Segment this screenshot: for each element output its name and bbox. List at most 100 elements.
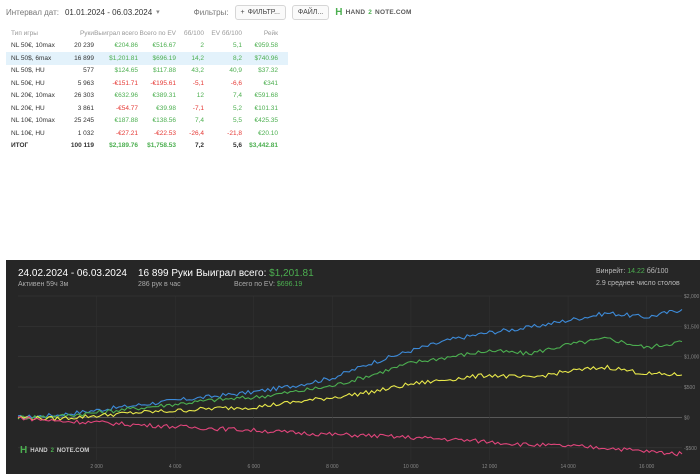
header-hands[interactable]: Руки	[58, 30, 94, 37]
series-line-1	[17, 336, 683, 420]
header-won[interactable]: Выиграл всего	[94, 30, 138, 37]
cell-game-type: NL 20€, 10max	[11, 92, 55, 100]
cell-ev-bb100: 40,9	[229, 67, 242, 75]
graph-panel: $2,000 $1,500 $1,000 $500 $0 -$500 2 000 4 000 6…	[6, 260, 700, 474]
cell-rake: $37.32	[258, 67, 278, 75]
table-row[interactable]: NL 10€, 10max 25 245 €187.88 €138.56 7,4 5,5 €…	[6, 115, 288, 128]
cell-rake: €591.68	[254, 92, 279, 100]
table-row[interactable]: NL 50$, 6max 16 899 $1,201.81 $696.19 14,2 8,…	[6, 52, 288, 65]
cell-rake: €101.31	[254, 104, 279, 112]
total-ev-bb100: 5,6	[232, 142, 242, 150]
table-row[interactable]: NL 20€, 10max 26 303 €632.96 €389.31 12 7,4 €5…	[6, 90, 288, 103]
cell-bb100: 43,2	[191, 67, 204, 75]
panel-hands: 16 899 Руки	[138, 268, 193, 279]
panel-won-value: $1,201.81	[269, 268, 314, 279]
filter-button[interactable]: + ФИЛЬТР...	[234, 4, 286, 20]
filters-label: Фильтры:	[193, 7, 229, 17]
cell-bb100: -5,1	[192, 79, 204, 87]
brand-pre: HAND	[345, 8, 366, 16]
x-tick-label: 10 000	[403, 464, 419, 470]
cell-hands: 577	[83, 67, 94, 75]
cell-ev: €389.31	[152, 92, 177, 100]
cell-won: -€151.71	[112, 79, 138, 87]
cell-bb100: 7,4	[194, 117, 204, 125]
date-range-select[interactable]: 01.01.2024 - 06.03.2024	[65, 8, 152, 17]
cell-hands: 20 239	[74, 42, 94, 50]
h-logo-icon: H	[335, 6, 343, 18]
cell-bb100: 12	[196, 92, 204, 100]
panel-winrate-unit: бб/100	[646, 268, 669, 275]
top-toolbar: Интервал дат: 01.01.2024 - 06.03.2024 ▾ …	[0, 0, 700, 24]
table-row[interactable]: NL 20€, HU 3 861 -€54.77 €39.98 -7,1 5,2 €101.…	[6, 102, 288, 115]
y-tick-label: $1,000	[684, 355, 700, 361]
x-tick-label: 4 000	[169, 464, 182, 470]
watermark-logo: H HAND 2 NOTE.COM	[20, 445, 89, 456]
watermark-pre: HAND	[30, 447, 48, 454]
x-tick-label: 6 000	[247, 464, 260, 470]
y-tick-label: $500	[684, 385, 695, 391]
cell-won: €204.86	[114, 42, 139, 50]
cell-hands: 5 963	[77, 79, 94, 87]
chevron-down-icon[interactable]: ▾	[156, 8, 160, 16]
profit-line-chart[interactable]: $2,000 $1,500 $1,000 $500 $0 -$500 2 000 4 000 6…	[6, 260, 700, 474]
panel-ev-label: Всего по EV:	[234, 281, 275, 288]
panel-date-range: 24.02.2024 - 06.03.2024	[18, 268, 127, 279]
cell-ev: $117.88	[152, 67, 176, 75]
brand-post: NOTE.COM	[375, 8, 412, 16]
panel-active-time: Активен 59ч 3м	[18, 281, 69, 288]
files-button[interactable]: ФАЙЛ...	[291, 4, 330, 20]
plus-icon: +	[240, 8, 245, 16]
header-ev-bb100[interactable]: EV бб/100	[204, 30, 242, 37]
header-ev[interactable]: Всего по EV	[138, 30, 176, 37]
cell-ev: -€22.53	[153, 129, 176, 137]
cell-ev-bb100: 8,2	[232, 54, 242, 62]
table-row[interactable]: NL 50$, HU 577 $124.65 $117.88 43,2 40,9 $37.3…	[6, 65, 288, 78]
total-rake: $3,442.81	[249, 142, 278, 150]
table-row[interactable]: NL 50€, HU 5 963 -€151.71 -€195.61 -5,1 -6,6 €…	[6, 77, 288, 90]
total-ev: $1,758.53	[147, 142, 176, 150]
cell-game-type: NL 10€, HU	[11, 129, 45, 137]
total-hands: 100 119	[70, 142, 94, 150]
series-line-3	[18, 416, 683, 457]
cell-ev-bb100: 7,4	[232, 92, 242, 100]
cell-won: $1,201.81	[109, 54, 138, 62]
filter-button-label: ФИЛЬТР...	[247, 8, 280, 16]
table-row[interactable]: NL 10€, HU 1 032 -€27.21 -€22.53 -26,4 -21,8 €…	[6, 127, 288, 140]
cell-game-type: NL 20€, HU	[11, 104, 45, 112]
x-tick-label: 12 000	[482, 464, 498, 470]
cell-ev: €516.67	[152, 42, 177, 50]
cell-game-type: NL 50$, HU	[11, 67, 45, 75]
brand-two: 2	[368, 8, 373, 16]
total-label: ИТОГ	[11, 142, 29, 150]
x-tick-label: 16 000	[639, 464, 655, 470]
watermark-post: NOTE.COM	[56, 447, 90, 454]
y-tick-label: -$500	[684, 446, 697, 452]
cell-ev-bb100: 5,1	[232, 42, 242, 50]
header-rake[interactable]: Рейк	[242, 30, 282, 37]
table-row[interactable]: NL 50€, 10max 20 239 €204.86 €516.67 2 5,1 €95…	[6, 40, 288, 53]
cell-rake: €20.10	[258, 129, 278, 137]
header-game[interactable]: Тип игры	[6, 30, 58, 37]
header-bb100[interactable]: бб/100	[176, 30, 204, 37]
cell-ev-bb100: -21,8	[227, 129, 242, 137]
cell-game-type: NL 50$, 6max	[11, 54, 52, 62]
cell-hands: 1 032	[77, 129, 94, 137]
cell-won: $124.65	[114, 67, 139, 75]
brand-logo[interactable]: H HAND 2 NOTE.COM	[335, 7, 411, 18]
panel-winrate: Винрейт: 14.22 бб/100	[596, 268, 700, 275]
cell-won: -€27.21	[115, 129, 138, 137]
cell-game-type: NL 50€, 10max	[11, 42, 55, 50]
series-line-0	[17, 308, 683, 420]
cell-ev-bb100: 5,5	[232, 117, 242, 125]
cell-game-type: NL 10€, 10max	[11, 117, 55, 125]
panel-ev-value: $696.19	[276, 281, 303, 288]
cell-hands: 16 899	[74, 54, 94, 62]
cell-rake: €425.35	[254, 117, 279, 125]
watermark-two: 2	[50, 447, 54, 454]
cell-won: €632.96	[114, 92, 139, 100]
cell-ev: -€195.61	[150, 79, 176, 87]
cell-bb100: -26,4	[189, 129, 204, 137]
interval-label: Интервал дат:	[6, 7, 59, 17]
series-line-2	[17, 364, 683, 422]
panel-winrate-value: 14.22	[627, 268, 645, 275]
